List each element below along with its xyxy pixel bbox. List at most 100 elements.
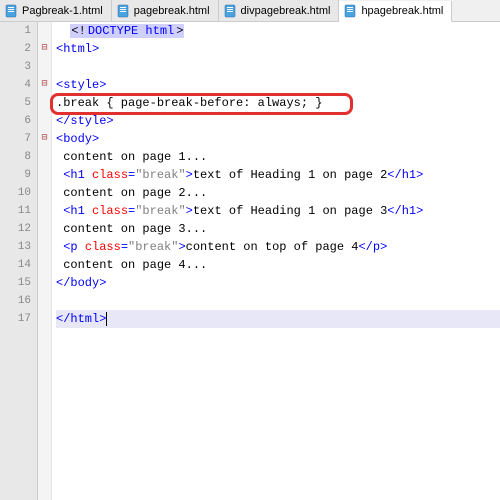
text-content: content on page 4... — [56, 258, 207, 272]
fold-marker — [38, 58, 51, 76]
fold-marker — [38, 22, 51, 40]
line-number-gutter: 1234567891011121314151617 — [0, 22, 38, 500]
code-content[interactable]: <!DOCTYPE html> <html> <style> .break { … — [52, 22, 500, 500]
h1-open: <h1 — [56, 168, 92, 182]
text-content: content on page 1... — [56, 150, 207, 164]
html-close-tag: </html> — [56, 312, 106, 326]
fold-marker — [38, 220, 51, 238]
h1-close: </h1> — [387, 168, 423, 182]
style-close-tag: </style> — [56, 114, 114, 128]
line-number: 2 — [0, 40, 37, 58]
text-content: content on page 2... — [56, 186, 207, 200]
tab-pagebreak[interactable]: pagebreak.html — [112, 0, 219, 21]
fold-marker — [38, 256, 51, 274]
line-number: 4 — [0, 76, 37, 94]
code-line: .break { page-break-before: always; } — [56, 94, 500, 112]
text-content: content on top of page 4 — [186, 240, 359, 254]
fold-marker — [38, 148, 51, 166]
tag-close: > — [186, 204, 193, 218]
code-line: <!DOCTYPE html> — [56, 22, 500, 40]
code-line: <html> — [56, 40, 500, 58]
code-line: content on page 2... — [56, 184, 500, 202]
tab-hpagebreak[interactable]: hpagebreak.html — [339, 1, 452, 22]
attr-value: "break" — [135, 168, 185, 182]
code-line: <p class="break">content on top of page … — [56, 238, 500, 256]
fold-marker — [38, 202, 51, 220]
fold-marker — [38, 238, 51, 256]
code-line: content on page 1... — [56, 148, 500, 166]
body-close-tag: </body> — [56, 276, 106, 290]
line-number: 13 — [0, 238, 37, 256]
tab-label: hpagebreak.html — [361, 5, 443, 17]
doctype-open: <! — [70, 24, 86, 38]
doctype-close: > — [175, 24, 184, 38]
html-open-tag: <html> — [56, 42, 99, 56]
code-line: content on page 3... — [56, 220, 500, 238]
file-icon — [223, 4, 237, 18]
line-number: 7 — [0, 130, 37, 148]
code-line — [56, 58, 500, 76]
line-number: 17 — [0, 310, 37, 328]
css-rule: .break { page-break-before: always; } — [56, 96, 322, 110]
line-number: 14 — [0, 256, 37, 274]
fold-marker — [38, 292, 51, 310]
code-line: </body> — [56, 274, 500, 292]
code-line: <style> — [56, 76, 500, 94]
file-icon — [343, 4, 357, 18]
text-content: text of Heading 1 on page 2 — [193, 168, 387, 182]
code-line: </style> — [56, 112, 500, 130]
eq: = — [121, 240, 128, 254]
file-icon — [116, 4, 130, 18]
fold-gutter: ⊟ ⊟ ⊟ — [38, 22, 52, 500]
doctype-text: DOCTYPE html — [87, 24, 175, 38]
fold-marker — [38, 310, 51, 328]
fold-marker — [38, 166, 51, 184]
line-number: 11 — [0, 202, 37, 220]
line-number: 12 — [0, 220, 37, 238]
tag-close: > — [178, 240, 185, 254]
tab-label: divpagebreak.html — [241, 5, 331, 17]
line-number: 15 — [0, 274, 37, 292]
line-number: 10 — [0, 184, 37, 202]
line-number: 6 — [0, 112, 37, 130]
code-line: content on page 4... — [56, 256, 500, 274]
style-open-tag: <style> — [56, 78, 106, 92]
attr-name: class — [92, 168, 128, 182]
code-line-current: </html> — [56, 310, 500, 328]
code-line — [56, 292, 500, 310]
attr-value: "break" — [135, 204, 185, 218]
h1-open: <h1 — [56, 204, 92, 218]
attr-name: class — [85, 240, 121, 254]
text-content: content on page 3... — [56, 222, 207, 236]
code-line: <h1 class="break">text of Heading 1 on p… — [56, 166, 500, 184]
line-number: 1 — [0, 22, 37, 40]
line-number: 5 — [0, 94, 37, 112]
attr-value: "break" — [128, 240, 178, 254]
editor: 1234567891011121314151617 ⊟⊟⊟ <!DOCTYPE … — [0, 22, 500, 500]
code-line: <h1 class="break">text of Heading 1 on p… — [56, 202, 500, 220]
fold-marker — [38, 274, 51, 292]
fold-marker — [38, 184, 51, 202]
fold-marker — [38, 94, 51, 112]
fold-marker[interactable]: ⊟ — [38, 130, 51, 148]
fold-marker[interactable]: ⊟ — [38, 40, 51, 58]
tab-label: Pagbreak-1.html — [22, 5, 103, 17]
p-open: <p — [56, 240, 85, 254]
fold-marker[interactable]: ⊟ — [38, 76, 51, 94]
p-close: </p> — [358, 240, 387, 254]
text-content: text of Heading 1 on page 3 — [193, 204, 387, 218]
attr-name: class — [92, 204, 128, 218]
line-number: 9 — [0, 166, 37, 184]
text-cursor — [106, 312, 107, 326]
body-open-tag: <body> — [56, 132, 99, 146]
line-number: 3 — [0, 58, 37, 76]
tag-close: > — [186, 168, 193, 182]
fold-marker — [38, 112, 51, 130]
tab-divpagebreak[interactable]: divpagebreak.html — [219, 0, 340, 21]
line-number: 16 — [0, 292, 37, 310]
tab-pagbreak-1[interactable]: Pagbreak-1.html — [0, 0, 112, 21]
tab-label: pagebreak.html — [134, 5, 210, 17]
line-number: 8 — [0, 148, 37, 166]
code-line: <body> — [56, 130, 500, 148]
file-icon — [4, 4, 18, 18]
